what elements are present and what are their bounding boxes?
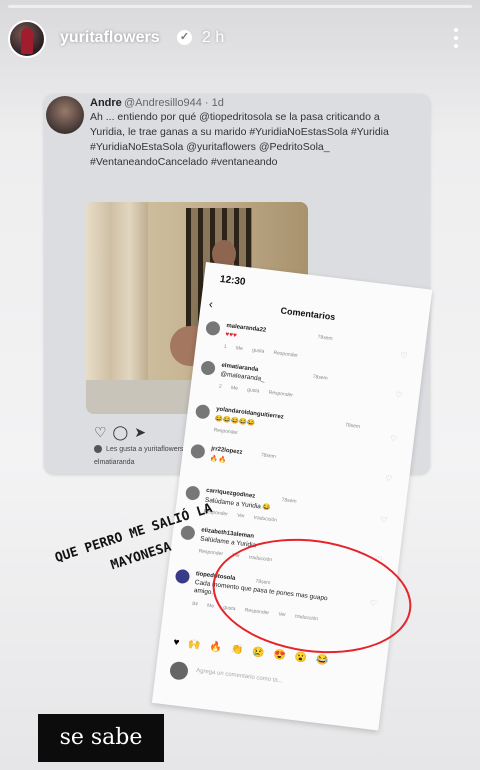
- username[interactable]: yuritaflowers: [60, 29, 160, 47]
- comment-avatar: [190, 443, 206, 460]
- comment-text: ♥♥♥: [224, 330, 238, 340]
- comment-meta: 2 Me gusta Responder: [218, 383, 294, 399]
- back-arrow-icon: ‹: [208, 296, 214, 312]
- avatar[interactable]: [8, 20, 46, 58]
- post-time: 2 h: [202, 29, 225, 46]
- input-avatar: [168, 660, 190, 681]
- story-label: se sabe: [38, 714, 164, 762]
- comment-time: 78sem: [281, 497, 297, 505]
- verified-badge-icon: ✓: [177, 30, 192, 45]
- tweet-text: Ah ... entiendo por qué @tiopedritosola …: [90, 111, 389, 168]
- story-view: yuritaflowers ✓ 2 h Andre @Andresillo944…: [0, 0, 480, 770]
- story-header: yuritaflowers ✓ 2 h: [0, 14, 480, 70]
- comment-meta: Responder: [213, 427, 239, 437]
- tweet-author-name: Andre: [90, 97, 122, 109]
- phone-time: 12:30: [219, 273, 247, 288]
- like-heart-icon: ♡: [379, 515, 388, 525]
- like-heart-icon: ♡: [399, 350, 408, 361]
- comment-avatar: [205, 320, 221, 337]
- comment-time: 78sem: [344, 422, 361, 430]
- comments-title: Comentarios: [280, 305, 336, 323]
- comment-avatar: [174, 568, 191, 585]
- comment-avatar: [184, 485, 201, 501]
- comment-meta: 1 Me gusta Responder: [223, 343, 299, 359]
- more-options-icon[interactable]: [446, 24, 466, 54]
- comment-avatar: [194, 403, 211, 420]
- like-heart-icon: ♡: [384, 473, 393, 484]
- comment-text: @malearanda_: [220, 370, 266, 383]
- tweet-comment: elmatiaranda: [94, 459, 135, 466]
- comment-time: 78sem: [312, 373, 329, 382]
- avatar-figure: [21, 28, 33, 54]
- tweet-avatar: [46, 96, 84, 134]
- comment-time: 78sem: [260, 452, 277, 460]
- comment-avatar: [200, 360, 216, 376]
- tweet-actions-icons: ♡◯➤: [94, 424, 152, 440]
- likes-avatar: [94, 445, 102, 453]
- story-progress-bar: [8, 5, 472, 8]
- like-heart-icon: ♡: [394, 390, 403, 400]
- like-heart-icon: ♡: [389, 433, 398, 444]
- comment-input-placeholder: Agrega un comentario como ta...: [195, 667, 283, 685]
- comment-time: 78sem: [317, 334, 333, 342]
- tweet-author-handle: @Andresillo944 · 1d: [124, 97, 224, 109]
- comment-text: 🔥🔥: [209, 454, 227, 464]
